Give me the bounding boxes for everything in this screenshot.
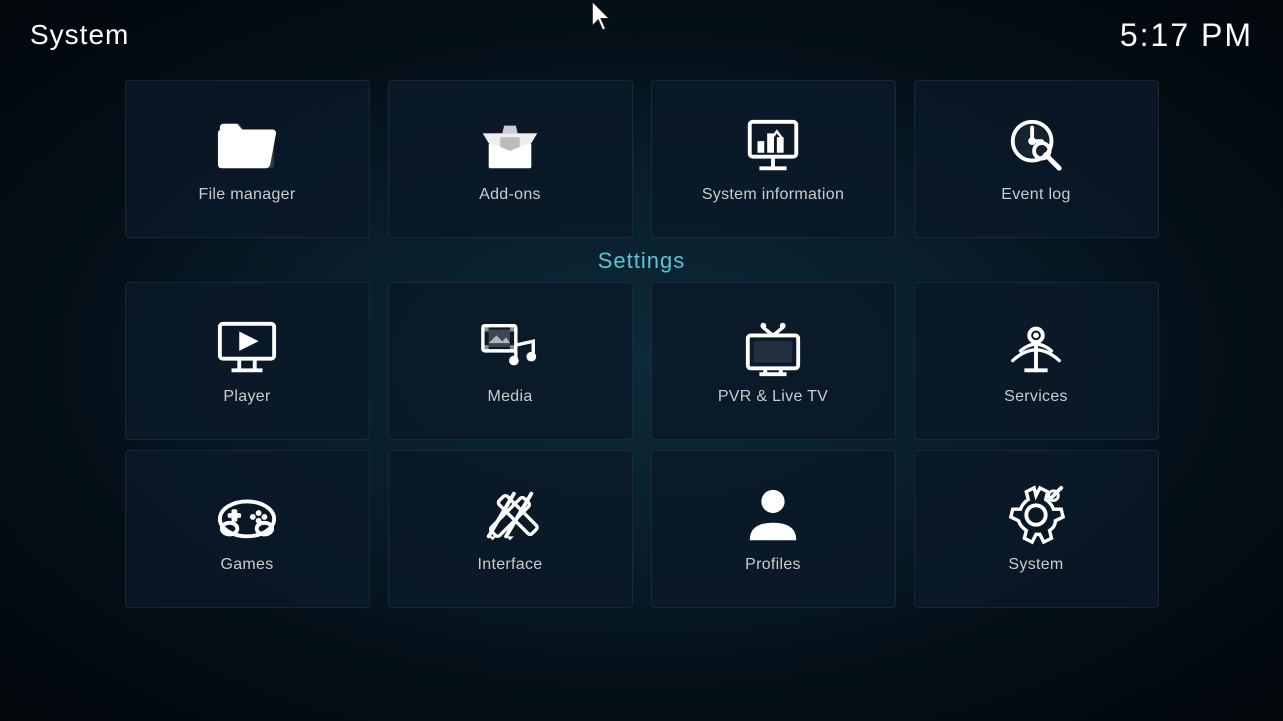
settings-row-1: Player M bbox=[110, 282, 1173, 440]
tile-file-manager-label: File manager bbox=[199, 186, 296, 204]
tile-system-label: System bbox=[1008, 556, 1063, 574]
tile-event-log[interactable]: Event log bbox=[914, 80, 1159, 238]
pvr-icon bbox=[742, 316, 804, 378]
tile-event-log-label: Event log bbox=[1001, 186, 1070, 204]
folder-icon bbox=[216, 114, 278, 176]
addons-icon bbox=[479, 114, 541, 176]
tile-media[interactable]: Media bbox=[388, 282, 633, 440]
tile-add-ons-label: Add-ons bbox=[479, 186, 541, 204]
games-icon bbox=[216, 484, 278, 546]
tile-player-label: Player bbox=[223, 388, 270, 406]
settings-section-label: Settings bbox=[598, 248, 686, 274]
tile-file-manager[interactable]: File manager bbox=[125, 80, 370, 238]
tile-interface[interactable]: Interface bbox=[388, 450, 633, 608]
header: System 5:17 PM bbox=[0, 0, 1283, 70]
tile-games-label: Games bbox=[220, 556, 273, 574]
interface-icon bbox=[479, 484, 541, 546]
tile-system-information[interactable]: System information bbox=[651, 80, 896, 238]
tile-services-label: Services bbox=[1004, 388, 1068, 406]
tile-pvr-live-tv[interactable]: PVR & Live TV bbox=[651, 282, 896, 440]
eventlog-icon bbox=[1005, 114, 1067, 176]
tile-games[interactable]: Games bbox=[125, 450, 370, 608]
tile-pvr-live-tv-label: PVR & Live TV bbox=[718, 388, 828, 406]
tile-services[interactable]: Services bbox=[914, 282, 1159, 440]
tile-add-ons[interactable]: Add-ons bbox=[388, 80, 633, 238]
player-icon bbox=[216, 316, 278, 378]
top-row: File manager Add-ons bbox=[110, 80, 1173, 238]
tile-media-label: Media bbox=[487, 388, 532, 406]
profiles-icon bbox=[742, 484, 804, 546]
tile-interface-label: Interface bbox=[478, 556, 543, 574]
system-icon bbox=[1005, 484, 1067, 546]
clock: 5:17 PM bbox=[1120, 17, 1253, 54]
tile-profiles[interactable]: Profiles bbox=[651, 450, 896, 608]
tile-system[interactable]: System bbox=[914, 450, 1159, 608]
services-icon bbox=[1005, 316, 1067, 378]
settings-row-2: Games Interface bbox=[110, 450, 1173, 608]
page-title: System bbox=[30, 19, 129, 51]
tile-profiles-label: Profiles bbox=[745, 556, 801, 574]
media-icon bbox=[479, 316, 541, 378]
sysinfo-icon bbox=[742, 114, 804, 176]
tile-player[interactable]: Player bbox=[125, 282, 370, 440]
tile-system-information-label: System information bbox=[702, 186, 844, 204]
main-content: File manager Add-ons bbox=[0, 70, 1283, 721]
